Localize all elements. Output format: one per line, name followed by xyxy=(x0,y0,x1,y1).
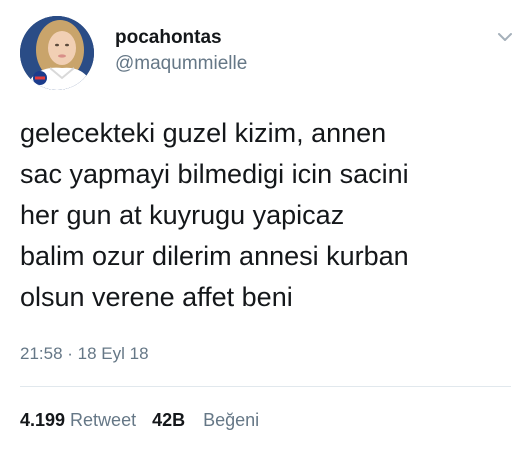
tweet-text: gelecekteki guzel kizim, annen sac yapma… xyxy=(20,113,520,318)
tweet-text-line: balim ozur dilerim annesi kurban xyxy=(20,241,409,271)
tweet-text-line: sac yapmayi bilmedigi icin sacini xyxy=(20,159,409,189)
tweet-timestamp[interactable]: 21:58 · 18 Eyl 18 xyxy=(20,343,149,365)
retweet-count: 4.199 xyxy=(20,410,66,430)
retweet-label: Retweet xyxy=(70,410,137,430)
tweet-text-line: her gun at kuyrugu yapicaz xyxy=(20,200,345,230)
tweet-text-line: gelecekteki guzel kizim, annen xyxy=(20,118,387,148)
avatar[interactable] xyxy=(20,16,94,90)
chevron-down-icon[interactable] xyxy=(495,30,515,44)
user-handle[interactable]: @maqummielle xyxy=(115,52,247,76)
tweet-card: pocahontas @maqummielle gelecekteki guze… xyxy=(0,0,531,450)
engagement-stats: 4.199 Retweet 42B Beğeni xyxy=(20,408,259,432)
avatar-image xyxy=(20,16,94,90)
like-count: 42B xyxy=(152,410,186,430)
like-stat[interactable]: 42B Beğeni xyxy=(152,408,259,432)
user-info[interactable]: pocahontas @maqummielle xyxy=(115,26,247,76)
retweet-stat[interactable]: 4.199 Retweet xyxy=(20,408,136,432)
display-name[interactable]: pocahontas xyxy=(115,26,247,50)
like-label: Beğeni xyxy=(203,410,260,430)
divider xyxy=(20,386,511,387)
tweet-text-line: olsun verene affet beni xyxy=(20,282,293,312)
